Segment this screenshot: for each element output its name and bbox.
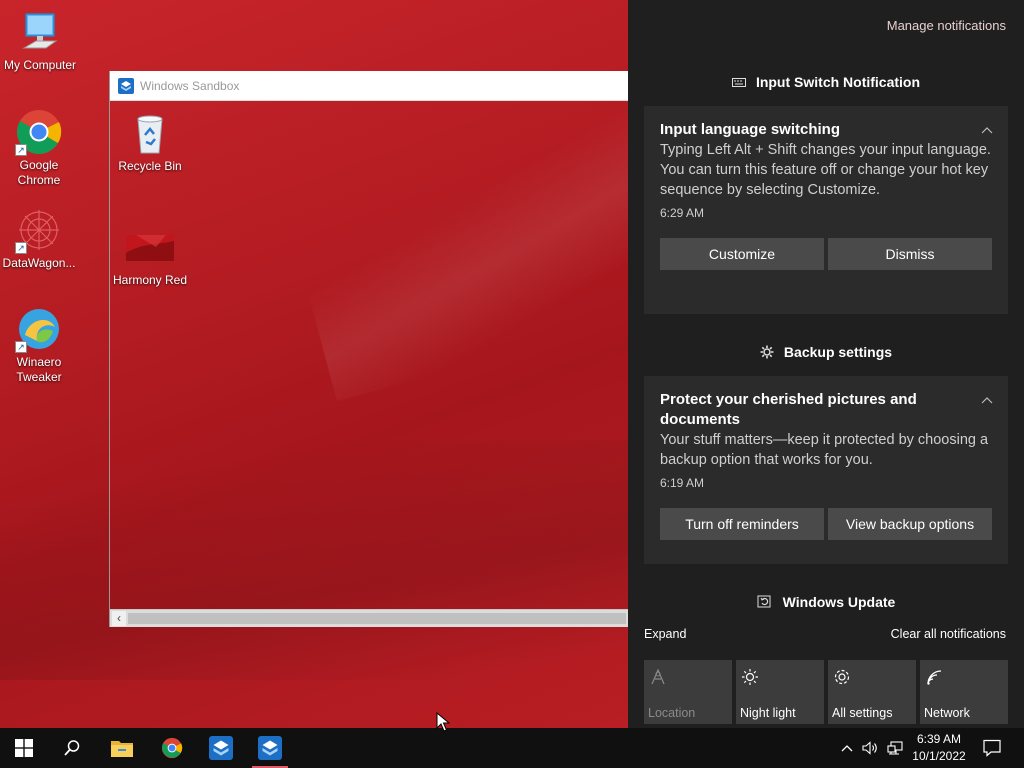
desktop-icon-datawagon[interactable]: ↗ DataWagon...	[0, 206, 79, 271]
desktop-icon-label: Winaero Tweaker	[16, 355, 62, 384]
shortcut-arrow-icon: ↗	[15, 144, 27, 156]
desktop-icon-my-computer[interactable]: My Computer	[0, 8, 80, 73]
quick-action-label: Night light	[740, 706, 796, 720]
sandbox-window-title: Windows Sandbox	[140, 78, 240, 93]
action-center-panel: Manage notifications Input Switch Notifi…	[628, 0, 1024, 728]
sandbox-title-bar[interactable]: Windows Sandbox	[110, 71, 628, 101]
sandbox-desktop-area: Recycle Bin Harmony Red	[110, 101, 628, 609]
clock-time: 6:39 AM	[916, 732, 962, 746]
network-icon	[927, 670, 942, 685]
scrollbar-thumb[interactable]	[128, 613, 626, 624]
chevron-up-icon	[841, 745, 853, 752]
desktop-icon-google-chrome[interactable]: ↗ Google Chrome	[0, 108, 79, 188]
notification-icon	[983, 739, 1001, 757]
search-button[interactable]	[48, 728, 96, 768]
file-explorer-button[interactable]	[98, 728, 146, 768]
computer-icon	[16, 8, 64, 56]
horizontal-scrollbar[interactable]: ‹	[110, 609, 628, 627]
location-icon	[651, 668, 665, 685]
search-icon	[64, 740, 80, 756]
show-hidden-icons-button[interactable]	[838, 728, 856, 768]
keyboard-icon	[731, 78, 746, 87]
scroll-left-icon[interactable]: ‹	[112, 611, 126, 626]
sandbox-taskbar-button[interactable]	[197, 728, 245, 768]
group-header-label: Backup settings	[783, 344, 893, 360]
sandbox-taskbar-button-active[interactable]	[246, 728, 294, 768]
notification-time: 6:19 AM	[660, 476, 705, 490]
notification-time: 6:29 AM	[660, 206, 705, 220]
desktop-icon-winaero-tweaker[interactable]: ↗ Winaero Tweaker	[0, 305, 79, 385]
customize-button[interactable]: Customize	[660, 238, 824, 270]
recycle-bin-icon	[126, 109, 174, 157]
sandbox-icon-harmony-red[interactable]: Harmony Red	[110, 223, 190, 288]
folder-icon	[111, 741, 133, 757]
quick-action-network[interactable]: Network	[920, 660, 1008, 724]
group-header-label: Windows Update	[782, 594, 896, 610]
datawagon-icon: ↗	[15, 206, 63, 254]
shortcut-arrow-icon: ↗	[15, 242, 27, 254]
desktop-icon-label: Harmony Red	[112, 273, 188, 287]
chevron-up-icon[interactable]	[980, 124, 994, 138]
notification-title: Protect your cherished pictures and docu…	[660, 391, 917, 428]
chrome-icon: ↗	[15, 108, 63, 156]
windows-sandbox-window[interactable]: Windows Sandbox Recycle Bin Harmony Red …	[109, 71, 628, 627]
desktop-icon-label: Google Chrome	[17, 158, 61, 187]
desktop-icon-label: Recycle Bin	[118, 159, 182, 173]
network-tray-button[interactable]	[884, 728, 906, 768]
clock[interactable]: 6:39 AM 10/1/2022	[906, 731, 972, 765]
clear-all-notifications-link[interactable]: Clear all notifications	[891, 627, 1006, 641]
chrome-icon	[161, 737, 183, 759]
chevron-up-icon[interactable]	[980, 394, 994, 408]
sandbox-icon	[258, 736, 282, 760]
gear-icon	[760, 345, 774, 359]
group-header-label: Input Switch Notification	[755, 74, 921, 90]
mouse-cursor-icon	[436, 712, 450, 732]
desktop-icon-label: DataWagon...	[2, 256, 76, 270]
shortcut-arrow-icon: ↗	[15, 341, 27, 353]
group-header-backup-settings: Backup settings	[628, 344, 1024, 360]
turn-off-reminders-button[interactable]: Turn off reminders	[660, 508, 824, 540]
chrome-taskbar-button[interactable]	[148, 728, 196, 768]
sandbox-icon	[118, 77, 134, 94]
sandbox-icon-recycle-bin[interactable]: Recycle Bin	[110, 109, 190, 174]
manage-notifications-link[interactable]: Manage notifications	[887, 18, 1006, 33]
update-icon	[757, 595, 771, 608]
expand-link[interactable]: Expand	[644, 627, 686, 641]
notification-card-backup[interactable]: Protect your cherished pictures and docu…	[644, 376, 1008, 564]
volume-button[interactable]	[860, 728, 880, 768]
notification-body: Typing Left Alt + Shift changes your inp…	[660, 142, 991, 198]
quick-action-night-light[interactable]: Night light	[736, 660, 824, 724]
winaero-icon: ↗	[15, 305, 63, 353]
notification-title: Input language switching	[660, 121, 840, 138]
ethernet-icon	[887, 741, 903, 755]
quick-action-label: Network	[924, 706, 970, 720]
quick-actions: Location Night light All settings Networ…	[644, 660, 1008, 724]
sandbox-icon	[209, 736, 233, 760]
quick-action-all-settings[interactable]: All settings	[828, 660, 916, 724]
group-header-input-switch: Input Switch Notification	[628, 74, 1024, 90]
taskbar: 6:39 AM 10/1/2022	[0, 728, 1024, 768]
clock-date: 10/1/2022	[912, 749, 966, 763]
notification-body: Your stuff matters—keep it protected by …	[660, 432, 989, 468]
view-backup-options-button[interactable]: View backup options	[828, 508, 992, 540]
desktop: My Computer ↗ Google Chrome ↗ DataWagon.…	[0, 0, 628, 728]
quick-action-location[interactable]: Location	[644, 660, 732, 724]
night-light-icon	[742, 669, 758, 685]
quick-action-label: Location	[648, 706, 696, 720]
quick-action-label: All settings	[832, 706, 893, 720]
dismiss-button[interactable]: Dismiss	[828, 238, 992, 270]
wallpaper-icon	[126, 223, 174, 271]
start-button[interactable]	[0, 728, 48, 768]
desktop-icon-label: My Computer	[3, 58, 77, 72]
settings-icon	[834, 669, 850, 685]
windows-logo-icon	[15, 739, 33, 757]
group-header-windows-update: Windows Update	[628, 594, 1024, 610]
volume-icon	[862, 741, 877, 755]
notification-card-input-language[interactable]: Input language switching Typing Left Alt…	[644, 106, 1008, 314]
action-center-button[interactable]	[978, 728, 1006, 768]
